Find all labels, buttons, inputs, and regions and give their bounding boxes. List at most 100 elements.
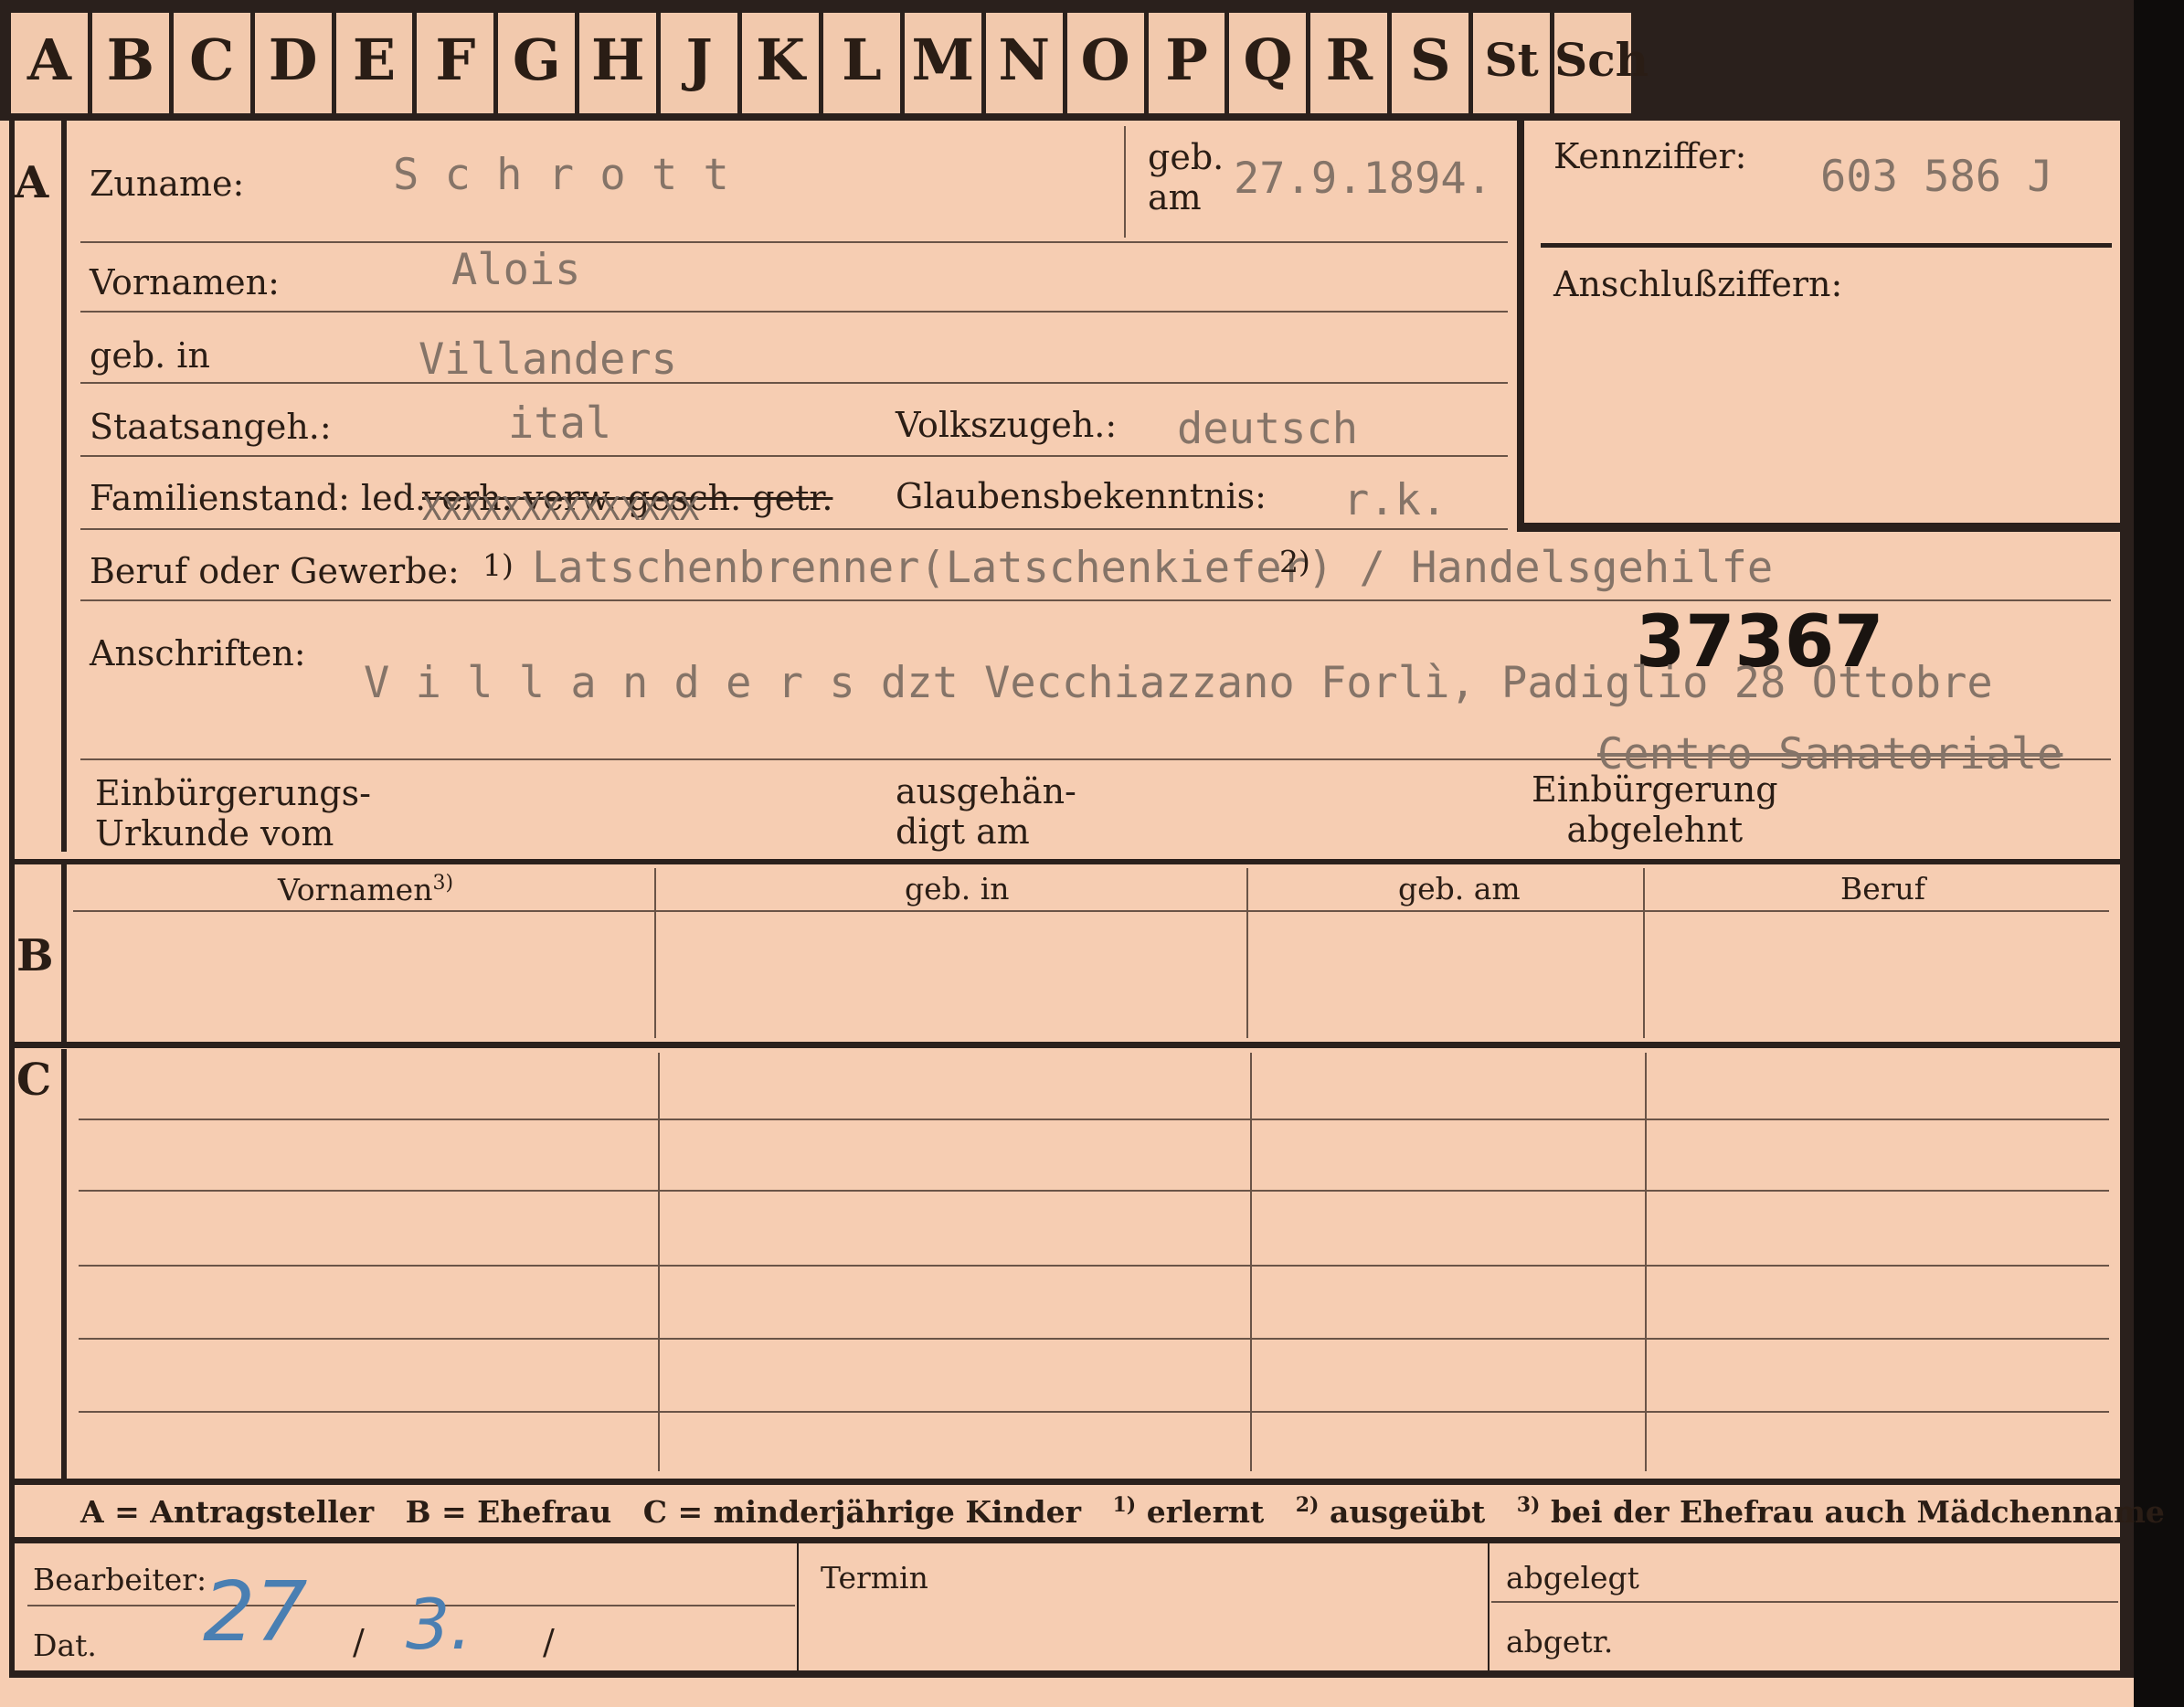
legend-note-3: bei der Ehefrau auch Mädchenname	[1550, 1494, 2165, 1530]
dat-month-handwritten: 3.	[406, 1584, 472, 1665]
col-header-geb-am: geb. am	[1398, 871, 1521, 907]
geb-in-label: geb. in	[90, 335, 210, 376]
dat-day-handwritten: 27	[203, 1564, 308, 1660]
geb-am-divider	[1124, 126, 1126, 238]
tab-sch: Sch	[1554, 13, 1649, 113]
kennziffer-divider	[1541, 243, 2112, 248]
glaubens-label: Glaubensbekenntnis:	[896, 476, 1267, 516]
legend-bottom-border	[9, 1537, 2120, 1543]
column-line	[1246, 868, 1248, 1038]
kennziffer-box-bottom	[1517, 523, 2120, 532]
dat-label: Dat.	[33, 1627, 97, 1663]
beruf-footnote-mark: 1)	[482, 547, 514, 583]
legend-note-2-mark: 2)	[1295, 1493, 1320, 1517]
tab-strip-bottom-border	[0, 113, 1636, 121]
tab-e: E	[335, 13, 418, 113]
col-header-beruf: Beruf	[1840, 871, 1926, 907]
staatsangeh-value: ital	[508, 398, 612, 449]
legend-note-3-mark: 3)	[1516, 1493, 1541, 1517]
section-c-bottom-border	[9, 1479, 2120, 1485]
abgelegt-label: abgelegt	[1506, 1560, 1639, 1596]
section-a-bottom-border	[9, 859, 2120, 864]
header-rule	[73, 910, 2109, 912]
section-label-a: A	[15, 157, 49, 208]
volkszugeh-label: Volkszugeh.:	[896, 405, 1118, 445]
card-corner-cutout	[1636, 0, 2134, 121]
col-header-vornamen: Vornamen3)	[278, 872, 454, 907]
legend-a: A = Antragsteller	[80, 1494, 375, 1530]
zuname-value: S c h r o t t	[393, 150, 729, 200]
vornamen-footnote-mark: 3)	[432, 872, 454, 895]
abgetr-label: abgetr.	[1506, 1624, 1614, 1659]
kennziffer-value: 603 586 J	[1820, 152, 2053, 202]
beruf-value: Latschenbrenner(Latschenkiefer) / Handel…	[532, 543, 1774, 593]
tab-st: St	[1473, 13, 1555, 113]
ausgehaendigt-label: ausgehän- digt am	[896, 771, 1076, 852]
termin-label: Termin	[821, 1560, 928, 1596]
vornamen-label: Vornamen:	[90, 262, 280, 302]
col-header-vornamen-text: Vornamen	[278, 872, 433, 907]
volkszugeh-value: deutsch	[1177, 404, 1359, 454]
beruf-label: Beruf oder Gewerbe:	[90, 551, 460, 591]
familienstand-label: Familienstand: led.	[90, 478, 427, 518]
legend-note-1: erlernt	[1146, 1494, 1265, 1530]
legend-c: C = minderjährige Kinder	[642, 1494, 1082, 1530]
tab-d: D	[254, 13, 336, 113]
tab-k: K	[742, 13, 823, 113]
card-left-border	[9, 121, 15, 1676]
section-b-separator	[61, 864, 67, 1044]
anschlussziffern-label: Anschlußziffern:	[1553, 264, 1843, 304]
glaubens-value: r.k.	[1343, 475, 1447, 525]
bearbeiter-label: Bearbeiter:	[33, 1562, 207, 1597]
tab-strip-top-border	[0, 0, 1636, 13]
dat-separator-1: /	[353, 1622, 365, 1662]
tab-j: J	[661, 13, 743, 113]
tab-c: C	[173, 13, 255, 113]
tab-b: B	[91, 13, 174, 113]
tab-a: A	[11, 13, 92, 113]
legend-note-2: ausgeübt	[1329, 1494, 1486, 1530]
vornamen-value: Alois	[451, 245, 581, 295]
table-row-line	[79, 1411, 2109, 1413]
tab-n: N	[985, 13, 1067, 113]
table-row-line	[79, 1265, 2109, 1267]
rule-line	[80, 455, 1508, 457]
index-card: A B C D E F G H J K L M N O P Q R S St Sch A B C Kennziffer…	[0, 0, 2165, 1707]
card-right-border	[2120, 121, 2134, 1676]
table-row-line	[79, 1190, 2109, 1192]
familienstand-x-overtype: XXXXXXXXXXXXXX	[422, 491, 700, 528]
section-b-bottom-border	[9, 1042, 2120, 1048]
tab-g: G	[498, 13, 580, 113]
kennziffer-label: Kennziffer:	[1553, 136, 1747, 176]
tab-h: H	[579, 13, 662, 113]
dat-separator-2: /	[543, 1622, 555, 1662]
geb-am-value: 27.9.1894.	[1234, 154, 1492, 204]
legend-b: B = Ehefrau	[405, 1494, 612, 1530]
anschrift-line-1: V i l l a n d e r s dzt Vecchiazzano For…	[364, 658, 1993, 708]
staatsangeh-label: Staatsangeh.:	[90, 407, 332, 447]
section-label-c: C	[16, 1055, 52, 1106]
tab-strip-left-edge	[0, 13, 11, 113]
zuname-label: Zuname:	[90, 164, 245, 204]
einbuergerung-urkunde-label: Einbürgerungs- Urkunde vom	[95, 773, 371, 854]
column-line	[654, 868, 656, 1038]
legend-line: A = Antragsteller B = Ehefrau C = minder…	[80, 1495, 2165, 1527]
tab-l: L	[823, 13, 905, 113]
card-bottom-border	[9, 1670, 2134, 1678]
beruf-ausgeuebt-mark: 2)	[1279, 544, 1310, 579]
footer-column-line	[797, 1543, 799, 1671]
table-row-line	[79, 1338, 2109, 1340]
column-line	[658, 1053, 660, 1471]
section-c-separator	[61, 1049, 67, 1479]
column-line	[1643, 868, 1645, 1038]
tab-f: F	[417, 13, 499, 113]
rule-line	[80, 528, 1508, 530]
table-row-line	[79, 1119, 2109, 1120]
tab-o: O	[1066, 13, 1149, 113]
tab-p: P	[1148, 13, 1230, 113]
section-a-separator	[61, 121, 67, 852]
column-line	[1645, 1053, 1647, 1471]
tab-m: M	[904, 13, 986, 113]
legend-note-1-mark: 1)	[1112, 1493, 1137, 1517]
col-header-geb-in: geb. in	[905, 871, 1010, 907]
